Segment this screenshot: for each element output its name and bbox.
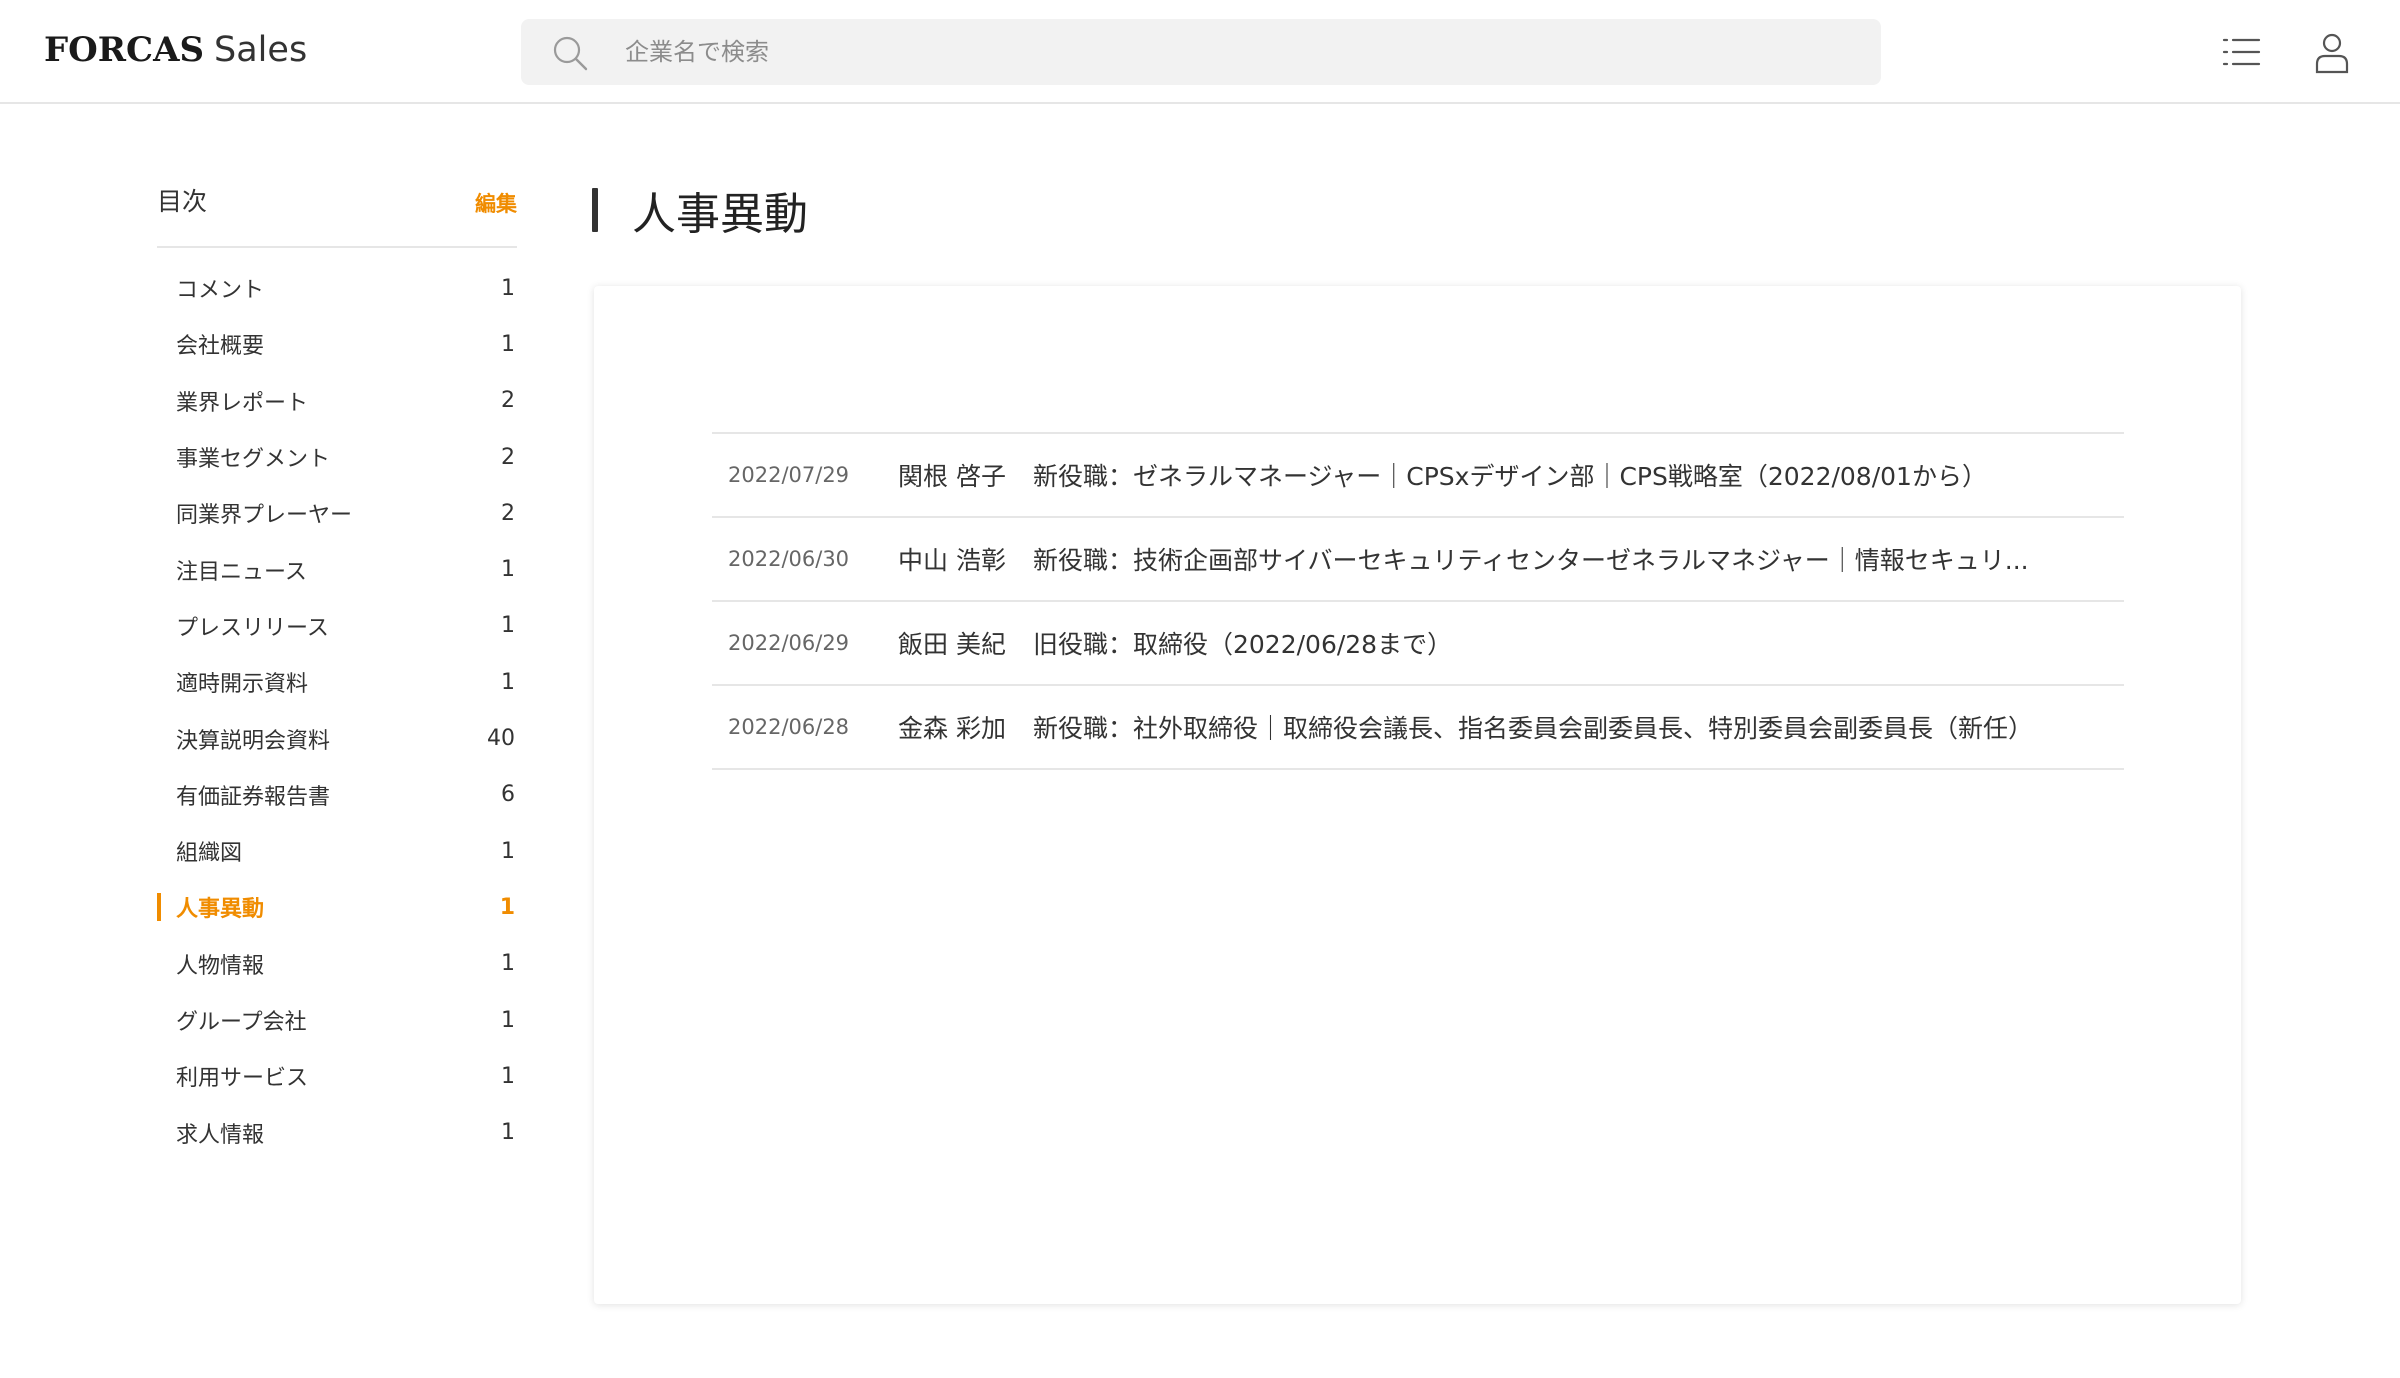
list-item[interactable]: 2022/07/29 関根 啓子 新役職：ゼネラルマネージャー｜CPSxデザイン部｜… — [712, 434, 2124, 518]
row-detail: 新役職：社外取締役｜取締役会議長、指名委員会副委員長、特別委員会副委員長（新任） — [1033, 714, 2034, 743]
toc-item-label: 人事異動 — [176, 897, 265, 923]
row-detail: 新役職：技術企画部サイバーセキュリティセンターゼネラルマネジャー｜情報セキュリ.… — [1033, 546, 2029, 575]
table-of-contents: 目次 編集 コメント 1 会社概要 1 業界レポート 2 事業セグメント 2 同業界プレーヤー 2… — [157, 180, 517, 1161]
toc-item[interactable]: 決算説明会資料 40 — [157, 710, 517, 766]
toc-list: コメント 1 会社概要 1 業界レポート 2 事業セグメント 2 同業界プレーヤー 2 注目ニュース… — [157, 260, 517, 1161]
toc-item-count: 1 — [501, 951, 515, 977]
toc-item-label: コメント — [176, 278, 265, 304]
toc-header: 目次 編集 — [157, 180, 517, 248]
toc-item[interactable]: 同業界プレーヤー 2 — [157, 485, 517, 541]
toc-item[interactable]: コメント 1 — [157, 260, 517, 316]
toc-item-label: グループ会社 — [176, 1010, 307, 1035]
toc-item-label: 有価証券報告書 — [176, 784, 331, 810]
toc-item[interactable]: 利用サービス 1 — [157, 1048, 517, 1104]
toc-item-count: 1 — [501, 1007, 515, 1033]
toc-item-count: 1 — [501, 1063, 515, 1089]
toc-item-count: 1 — [501, 613, 515, 639]
toc-item-label: 事業セグメント — [176, 447, 331, 473]
row-person-name: 中山 浩彰 — [898, 546, 1006, 575]
list-item[interactable]: 2022/06/28 金森 彩加 新役職：社外取締役｜取締役会議長、指名委員会副委員… — [712, 686, 2124, 770]
toc-item[interactable]: 人物情報 1 — [157, 936, 517, 992]
toc-item-count: 1 — [501, 331, 515, 357]
toc-item-count: 2 — [501, 388, 515, 414]
search-icon — [553, 36, 588, 71]
toc-item[interactable]: 会社概要 1 — [157, 316, 517, 372]
toc-item-count: 1 — [501, 838, 515, 864]
list-menu-button[interactable] — [2219, 30, 2265, 76]
row-person-name: 関根 啓子 — [898, 462, 1006, 491]
toc-item[interactable]: 事業セグメント 2 — [157, 429, 517, 485]
toc-item-count: 6 — [501, 782, 515, 808]
toc-item[interactable]: 注目ニュース 1 — [157, 541, 517, 597]
toc-item-label: 決算説明会資料 — [176, 728, 331, 754]
row-date: 2022/06/29 — [728, 631, 850, 655]
toc-item-count: 2 — [501, 500, 515, 526]
list-item[interactable]: 2022/06/30 中山 浩彰 新役職：技術企画部サイバーセキュリティセンターゼネ… — [712, 518, 2124, 602]
search-bar — [521, 19, 1881, 85]
toc-item[interactable]: 業界レポート 2 — [157, 373, 517, 429]
row-date: 2022/06/28 — [728, 715, 850, 739]
content-card: 2022/07/29 関根 啓子 新役職：ゼネラルマネージャー｜CPSxデザイン部｜… — [594, 286, 2241, 1304]
toc-item[interactable]: 適時開示資料 1 — [157, 654, 517, 710]
toc-item-count: 2 — [501, 444, 515, 470]
row-date: 2022/06/30 — [728, 547, 850, 571]
user-icon — [2315, 33, 2349, 74]
toc-item-label: 組織図 — [176, 841, 243, 867]
toc-item[interactable]: グループ会社 1 — [157, 992, 517, 1048]
logo-brand: FORCAS — [44, 30, 205, 70]
logo-sub: Sales — [214, 30, 308, 70]
list-icon — [2222, 38, 2261, 66]
toc-item-count: 1 — [501, 275, 515, 301]
company-search-input[interactable] — [625, 19, 1855, 85]
top-header: FORCAS Sales — [0, 0, 2400, 104]
toc-item-label: 同業界プレーヤー — [176, 503, 353, 529]
toc-item-label: 人物情報 — [176, 953, 265, 979]
toc-item-label: 求人情報 — [176, 1122, 265, 1148]
toc-item-label: 注目ニュース — [176, 559, 307, 585]
app-logo[interactable]: FORCAS Sales — [44, 30, 307, 74]
toc-item-count: 1 — [501, 557, 515, 583]
toc-item-label: プレスリリース — [176, 615, 329, 641]
toc-item[interactable]: 有価証券報告書 6 — [157, 767, 517, 823]
toc-item-count: 1 — [501, 669, 515, 695]
toc-item-count: 1 — [501, 1120, 515, 1146]
toc-item-label: 業界レポート — [176, 390, 309, 416]
row-person-name: 金森 彩加 — [898, 714, 1006, 743]
toc-item[interactable]: プレスリリース 1 — [157, 598, 517, 654]
toc-item[interactable]: 人事異動 1 — [157, 879, 517, 935]
toc-item[interactable]: 求人情報 1 — [157, 1104, 517, 1160]
toc-edit-button[interactable]: 編集 — [475, 188, 517, 218]
row-detail: 旧役職：取締役（2022/06/28まで） — [1033, 630, 1453, 659]
toc-item-count: 1 — [499, 894, 515, 920]
toc-title: 目次 — [157, 187, 208, 216]
toc-item-count: 40 — [487, 726, 515, 752]
toc-item-label: 利用サービス — [176, 1066, 309, 1092]
list-item[interactable]: 2022/06/29 飯田 美紀 旧役職：取締役（2022/06/28まで） — [712, 602, 2124, 686]
row-detail: 新役職：ゼネラルマネージャー｜CPSxデザイン部｜CPS戦略室（2022/08/… — [1033, 462, 1987, 491]
title-accent-bar — [592, 188, 598, 232]
personnel-change-list: 2022/07/29 関根 啓子 新役職：ゼネラルマネージャー｜CPSxデザイン部｜… — [712, 432, 2124, 770]
page-title: 人事異動 — [632, 189, 808, 240]
toc-item[interactable]: 組織図 1 — [157, 823, 517, 879]
row-date: 2022/07/29 — [728, 463, 850, 487]
toc-item-label: 適時開示資料 — [176, 672, 309, 698]
toc-item-label: 会社概要 — [176, 334, 265, 360]
row-person-name: 飯田 美紀 — [898, 630, 1006, 659]
user-menu-button[interactable] — [2309, 30, 2355, 76]
